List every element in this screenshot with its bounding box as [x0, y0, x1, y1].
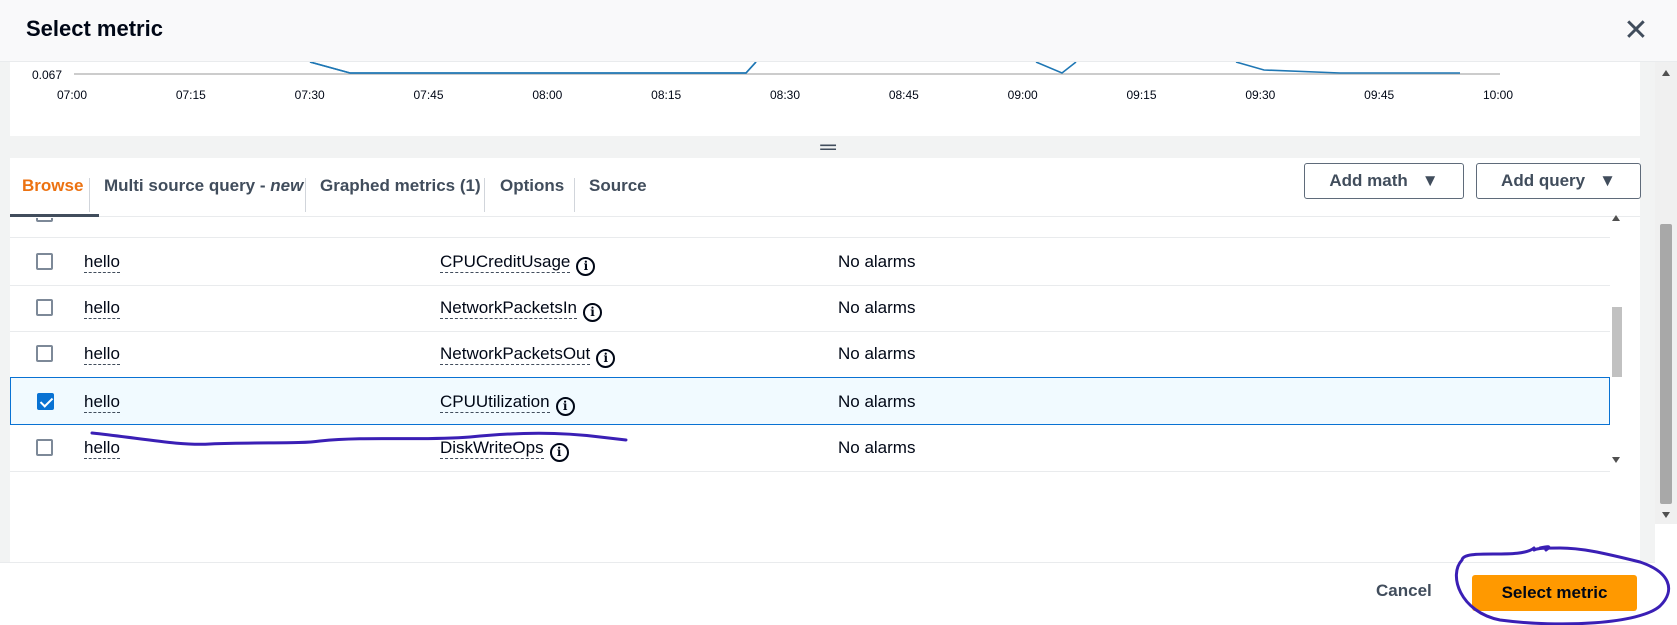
table-scrollbar[interactable]: [1610, 207, 1622, 469]
x-tick-label: 08:30: [770, 88, 800, 102]
tab-browse[interactable]: Browse: [22, 176, 83, 214]
table-row[interactable]: hello CPUCreditUsage i No alarms: [10, 238, 1610, 286]
active-tab-indicator: [10, 214, 99, 217]
x-tick-label: 09:45: [1364, 88, 1394, 102]
tab-new-badge: new: [270, 176, 304, 195]
series-line-segment-2: [1035, 62, 1077, 74]
row-checkbox[interactable]: [36, 345, 53, 362]
tab-source[interactable]: Source: [589, 176, 647, 214]
metric-chart: 0.067 07:00 07:15 07:30 07:45 08:00 08:15 08:3…: [10, 62, 1640, 136]
row-checkbox[interactable]: [36, 299, 53, 316]
x-tick-label: 09:00: [1008, 88, 1038, 102]
metric-name[interactable]: NetworkPacketsIn: [440, 298, 577, 319]
select-metric-button[interactable]: Select metric: [1472, 575, 1637, 611]
modal-title: Select metric: [26, 16, 163, 41]
table-row[interactable]: hello DiskWriteOps i No alarms: [10, 424, 1610, 472]
table-row-partial: [10, 470, 1610, 476]
y-tick-label: 0.067: [32, 68, 62, 82]
tab-graphed-metrics[interactable]: Graphed metrics (1): [320, 176, 481, 214]
tab-divider: [574, 178, 575, 212]
table-row[interactable]: hello NetworkPacketsOut i No alarms: [10, 330, 1610, 378]
scroll-down-icon[interactable]: [1612, 457, 1620, 463]
resize-handle-icon[interactable]: ═: [818, 136, 838, 158]
metric-name[interactable]: CPUCreditUsage: [440, 252, 571, 273]
caret-down-icon: ▼: [1421, 171, 1439, 190]
close-icon[interactable]: ✕: [1620, 14, 1652, 47]
tab-divider: [484, 178, 485, 212]
caret-down-icon: ▼: [1599, 171, 1616, 190]
tab-multi-source-label: Multi source query -: [104, 176, 271, 195]
table-row[interactable]: hello NetworkPacketsIn i No alarms: [10, 284, 1610, 332]
info-icon[interactable]: i: [555, 397, 575, 416]
instance-name[interactable]: hello: [84, 344, 120, 365]
cancel-button[interactable]: Cancel: [1376, 581, 1432, 601]
x-tick-label: 09:30: [1245, 88, 1275, 102]
page-scrollbar[interactable]: [1655, 62, 1677, 524]
series-line-segment-3: [1235, 62, 1460, 74]
x-tick-label: 08:45: [889, 88, 919, 102]
info-icon[interactable]: i: [549, 443, 569, 462]
add-query-button[interactable]: Add query ▼: [1476, 163, 1641, 199]
row-checkbox[interactable]: [36, 218, 53, 222]
x-ticks: 07:00 07:15 07:30 07:45 08:00 08:15 08:30 08:45…: [57, 88, 1513, 102]
row-checkbox-checked[interactable]: [37, 393, 54, 410]
series-line: [309, 62, 757, 74]
x-tick-label: 07:00: [57, 88, 87, 102]
scroll-up-icon[interactable]: [1612, 215, 1620, 221]
select-metric-modal: Select metric ✕ 0.067 07:00 07:15 07:30 07:…: [0, 0, 1677, 625]
instance-name[interactable]: hello: [84, 438, 120, 459]
info-icon[interactable]: i: [576, 257, 596, 276]
instance-name[interactable]: hello: [84, 252, 120, 273]
scroll-down-icon[interactable]: [1662, 512, 1670, 518]
modal-header: Select metric ✕: [0, 0, 1677, 62]
metric-name[interactable]: CPUUtilization: [440, 392, 550, 413]
instance-name[interactable]: hello: [84, 298, 120, 319]
tab-divider: [305, 178, 306, 212]
series-line-segment-1: [309, 62, 757, 74]
tab-options[interactable]: Options: [500, 176, 564, 214]
alarm-status: No alarms: [838, 252, 916, 271]
tab-divider: [89, 178, 90, 212]
info-icon[interactable]: i: [583, 303, 602, 322]
alarm-status: No alarms: [838, 344, 916, 363]
x-tick-label: 07:15: [176, 88, 206, 102]
browse-panel: Browse Multi source query - new Graphed …: [10, 158, 1640, 572]
scroll-thumb[interactable]: [1660, 224, 1672, 504]
x-tick-label: 08:00: [532, 88, 562, 102]
x-tick-label: 09:15: [1126, 88, 1156, 102]
add-math-button[interactable]: Add math ▼: [1304, 163, 1464, 199]
metrics-table: hello CPUCreditUsage i No alarms hello Ne…: [10, 218, 1610, 476]
alarm-status: No alarms: [838, 298, 916, 317]
metric-name[interactable]: NetworkPacketsOut: [440, 344, 591, 365]
info-icon[interactable]: i: [596, 349, 616, 368]
chart-svg: 0.067 07:00 07:15 07:30 07:45 08:00 08:15 08:3…: [32, 62, 1513, 102]
row-checkbox[interactable]: [36, 439, 53, 456]
alarm-status: No alarms: [838, 438, 916, 457]
table-row-partial: [10, 218, 1610, 238]
add-query-label: Add query: [1501, 171, 1586, 190]
alarm-status: No alarms: [838, 392, 916, 411]
modal-body: 0.067 07:00 07:15 07:30 07:45 08:00 08:15 08:3…: [0, 62, 1655, 572]
scroll-thumb[interactable]: [1612, 307, 1622, 377]
tab-multi-source-query[interactable]: Multi source query - new: [104, 176, 303, 214]
x-tick-label: 07:45: [413, 88, 443, 102]
x-tick-label: 08:15: [651, 88, 681, 102]
metric-name[interactable]: DiskWriteOps: [440, 438, 544, 459]
instance-name[interactable]: hello: [84, 392, 120, 413]
add-math-label: Add math: [1329, 171, 1408, 190]
x-tick-label: 10:00: [1483, 88, 1513, 102]
table-row-selected[interactable]: hello CPUUtilization i No alarms: [10, 377, 1610, 425]
row-checkbox[interactable]: [36, 253, 53, 270]
modal-footer: Cancel Select metric: [0, 562, 1655, 625]
x-tick-label: 07:30: [295, 88, 325, 102]
scroll-up-icon[interactable]: [1662, 70, 1670, 76]
